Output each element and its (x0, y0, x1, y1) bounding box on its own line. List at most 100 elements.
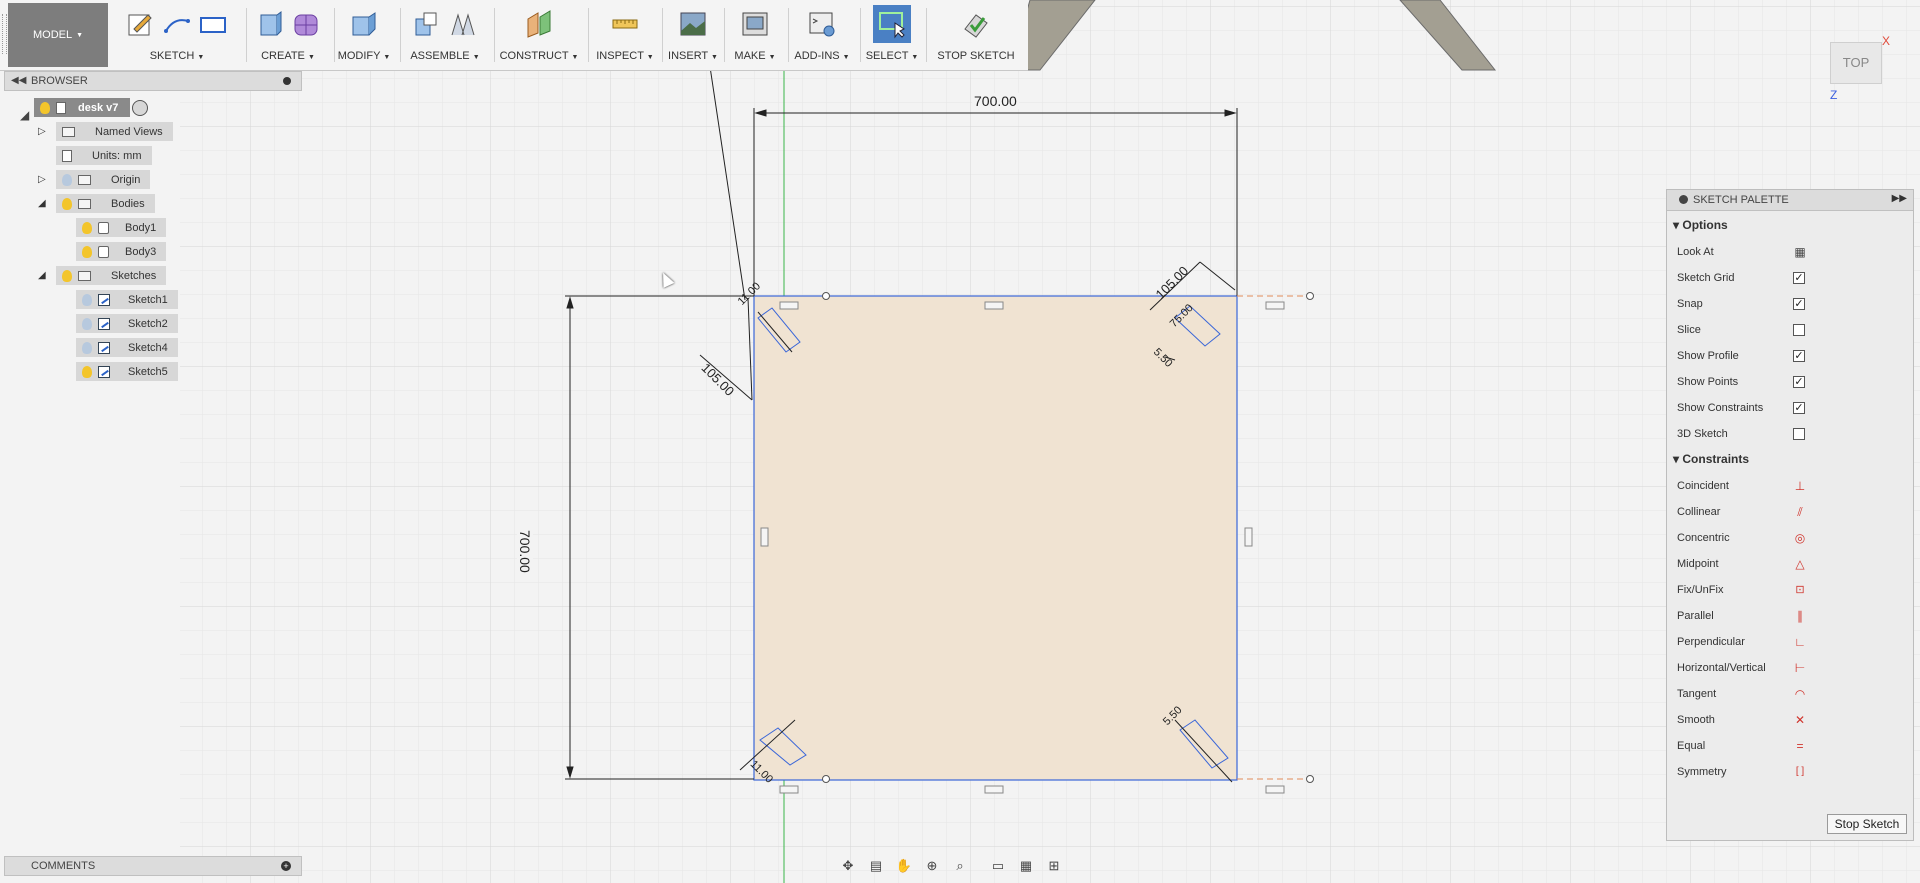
insert-group[interactable]: INSERT ▼ (664, 4, 722, 66)
show-points-checkbox[interactable]: ✓ (1793, 376, 1805, 388)
constraint-horizontal-vertical[interactable]: Horizontal/Vertical ⊢ (1677, 659, 1897, 679)
zoom-icon[interactable]: ⊕ (922, 857, 942, 875)
collapse-panel-icon[interactable]: ◀◀ (11, 75, 26, 86)
insert-menu-label[interactable]: INSERT (668, 50, 708, 62)
option-show-constraints[interactable]: Show Constraints ✓ (1677, 399, 1897, 419)
visibility-bulb-icon[interactable] (82, 221, 92, 234)
view-cube[interactable]: TOP (1830, 42, 1882, 84)
display-settings-icon[interactable]: ▭ (988, 857, 1008, 875)
browser-sketch-item[interactable]: Sketch5 (76, 362, 178, 381)
joint-icon[interactable] (448, 9, 478, 39)
line-icon[interactable] (162, 9, 192, 39)
make-group[interactable]: MAKE ▼ (726, 4, 784, 66)
addins-group[interactable]: ADD-INS ▼ (790, 4, 854, 66)
activate-radio-icon[interactable] (132, 99, 149, 116)
grid-settings-icon[interactable]: ▦ (1016, 857, 1036, 875)
extrude-icon[interactable] (255, 9, 285, 39)
constraint-midpoint[interactable]: Midpoint △ (1677, 555, 1897, 575)
toolbar-grip[interactable] (2, 14, 7, 54)
browser-body-item[interactable]: Body3 (76, 242, 167, 261)
stop-sketch-group[interactable]: STOP SKETCH (928, 4, 1024, 66)
visibility-bulb-icon[interactable] (82, 293, 92, 306)
stop-sketch-icon[interactable] (961, 9, 991, 39)
option-3d-sketch[interactable]: 3D Sketch (1677, 425, 1897, 445)
select-menu-label[interactable]: SELECT (866, 50, 909, 62)
assemble-menu-label[interactable]: ASSEMBLE (410, 50, 469, 62)
browser-sketch-item[interactable]: Sketch4 (76, 338, 178, 357)
horizontal-vertical-icon[interactable]: ⊢ (1793, 661, 1807, 675)
collinear-icon[interactable]: ⫽ (1793, 505, 1807, 519)
browser-sketch-item[interactable]: Sketch1 (76, 290, 178, 309)
slice-checkbox[interactable] (1793, 324, 1805, 336)
rectangle-icon[interactable] (198, 9, 228, 39)
sketch-grid-checkbox[interactable]: ✓ (1793, 272, 1805, 284)
scripts-addins-icon[interactable] (807, 9, 837, 39)
sketch-canvas[interactable] (0, 0, 1920, 883)
visibility-bulb-icon[interactable] (62, 173, 72, 186)
add-comment-icon[interactable]: + (281, 861, 291, 871)
option-show-points[interactable]: Show Points ✓ (1677, 373, 1897, 393)
visibility-bulb-icon[interactable] (40, 101, 50, 114)
browser-root-node[interactable]: ◢ desk v7 (20, 98, 149, 122)
press-pull-icon[interactable] (349, 9, 379, 39)
collapsed-triangle-icon[interactable]: ▷ (38, 174, 52, 185)
collapsed-triangle-icon[interactable]: ▷ (38, 126, 52, 137)
parallel-icon[interactable]: ∥ (1793, 609, 1807, 623)
expanded-triangle-icon[interactable]: ◢ (38, 270, 52, 281)
browser-origin-node[interactable]: ▷ Origin (38, 170, 151, 189)
coincident-icon[interactable]: ⊥ (1793, 479, 1807, 493)
look-at-nav-icon[interactable]: ▤ (866, 857, 886, 875)
inspect-menu-label[interactable]: INSPECT (596, 50, 643, 62)
option-show-profile[interactable]: Show Profile ✓ (1677, 347, 1897, 367)
insert-image-icon[interactable] (678, 9, 708, 39)
assemble-group[interactable]: ASSEMBLE ▼ (402, 4, 488, 66)
constraints-section-header[interactable]: ▾ Constraints (1673, 452, 1749, 466)
modify-menu-label[interactable]: MODIFY (338, 50, 381, 62)
comments-panel-header[interactable]: COMMENTS + (4, 856, 302, 876)
zoom-window-icon[interactable]: ⌕ (950, 857, 970, 875)
select-icon[interactable] (873, 5, 911, 43)
option-slice[interactable]: Slice (1677, 321, 1897, 341)
symmetry-icon[interactable]: [ ] (1793, 765, 1807, 779)
constraint-concentric[interactable]: Concentric ◎ (1677, 529, 1897, 549)
snap-checkbox[interactable]: ✓ (1793, 298, 1805, 310)
dimension-width-label[interactable]: 700.00 (972, 93, 1019, 109)
expanded-triangle-icon[interactable]: ◢ (38, 198, 52, 209)
select-group[interactable]: SELECT ▼ (862, 4, 922, 66)
options-section-header[interactable]: ▾ Options (1673, 218, 1728, 232)
show-constraints-checkbox[interactable]: ✓ (1793, 402, 1805, 414)
browser-bodies-node[interactable]: ◢ Bodies (38, 194, 155, 213)
show-profile-checkbox[interactable]: ✓ (1793, 350, 1805, 362)
option-sketch-grid[interactable]: Sketch Grid ✓ (1677, 269, 1897, 289)
3d-print-icon[interactable] (740, 9, 770, 39)
stop-sketch-label[interactable]: STOP SKETCH (937, 50, 1014, 62)
create-group[interactable]: CREATE ▼ (248, 4, 328, 66)
perpendicular-icon[interactable]: ∟ (1793, 635, 1807, 649)
look-at-icon[interactable]: ▦ (1793, 245, 1807, 259)
new-component-icon[interactable] (412, 9, 442, 39)
create-menu-label[interactable]: CREATE (261, 50, 305, 62)
constraint-equal[interactable]: Equal = (1677, 737, 1897, 757)
3d-sketch-checkbox[interactable] (1793, 428, 1805, 440)
inspect-group[interactable]: INSPECT ▼ (590, 4, 660, 66)
offset-plane-icon[interactable] (524, 9, 554, 39)
dimension-height-label[interactable]: 700.00 (517, 530, 533, 573)
constraint-coincident[interactable]: Coincident ⊥ (1677, 477, 1897, 497)
visibility-bulb-icon[interactable] (82, 341, 92, 354)
measure-icon[interactable] (610, 9, 640, 39)
create-sketch-icon[interactable] (126, 9, 156, 39)
view-cube-face-label[interactable]: TOP (1831, 43, 1881, 83)
modify-group[interactable]: MODIFY ▼ (336, 4, 392, 66)
panel-pin-icon[interactable] (283, 77, 291, 85)
palette-pin-icon[interactable] (1679, 195, 1688, 204)
browser-units-node[interactable]: Units: mm (56, 146, 152, 165)
addins-menu-label[interactable]: ADD-INS (794, 50, 839, 62)
constraint-perpendicular[interactable]: Perpendicular ∟ (1677, 633, 1897, 653)
sketch-menu-label[interactable]: SKETCH (150, 50, 195, 62)
midpoint-icon[interactable]: △ (1793, 557, 1807, 571)
make-menu-label[interactable]: MAKE (734, 50, 765, 62)
sketch-group[interactable]: SKETCH ▼ (112, 4, 242, 66)
visibility-bulb-icon[interactable] (62, 269, 72, 282)
browser-sketch-item[interactable]: Sketch2 (76, 314, 178, 333)
constraint-symmetry[interactable]: Symmetry [ ] (1677, 763, 1897, 783)
